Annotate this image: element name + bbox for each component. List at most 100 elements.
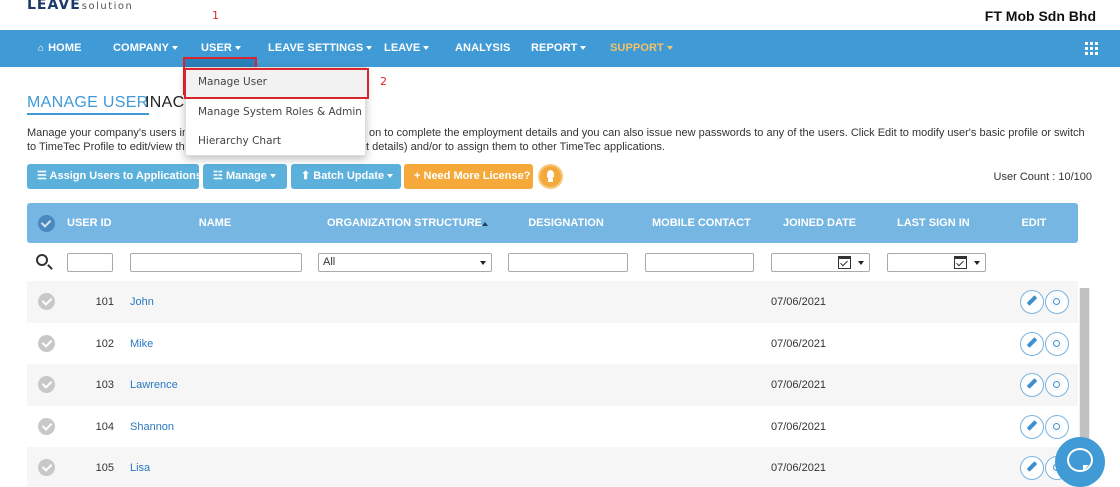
table-row: 102 Mike 07/06/2021 [27,323,1078,365]
nav-support[interactable]: SUPPORT [610,30,673,67]
edit-pencil-icon[interactable] [1020,456,1044,480]
annotation-step-2: 2 [380,75,387,88]
chevron-down-icon [366,46,373,50]
description-line1-end: on to complete the employment details an… [369,127,1085,139]
cell-joined-date: 07/06/2021 [771,379,827,391]
need-license-label: Need More License? [423,170,531,182]
logo-main-text: LEAVE [27,0,81,13]
manage-button[interactable]: ☳ Manage [203,164,287,189]
menu-item-manage-roles[interactable]: Manage System Roles & Admin [186,98,367,127]
description-line1-start: Manage your company's users in [27,127,189,139]
cell-joined-date: 07/06/2021 [771,421,827,433]
table-scrollbar-thumb[interactable] [1080,288,1089,458]
app-logo[interactable]: LEAVEsolution [27,0,133,13]
cell-joined-date: 07/06/2021 [771,296,827,308]
col-last-sign-in[interactable]: LAST SIGN IN [897,203,970,243]
nav-user[interactable]: USER [201,30,241,67]
chevron-down-icon [234,46,241,50]
sort-asc-icon[interactable] [482,222,488,226]
company-name: FT Mob Sdn Bhd [984,8,1096,24]
select-all-checkbox[interactable] [38,215,55,232]
logo-sub-text: solution [81,1,134,12]
nav-analysis[interactable]: ANALYSIS [455,30,510,67]
chat-support-icon[interactable] [1055,437,1105,487]
col-designation[interactable]: DESIGNATION [527,203,605,243]
col-org-structure[interactable]: ORGANIZATION STRUCTURE [327,203,482,243]
chevron-down-icon[interactable] [974,261,980,265]
table-row: 104 Shannon 07/06/2021 [27,406,1078,448]
col-mobile-contact[interactable]: MOBILE CONTACT [652,203,751,243]
row-checkbox[interactable] [38,293,55,310]
batch-update-button[interactable]: ⬆ Batch Update [291,164,401,189]
edit-pencil-icon[interactable] [1020,290,1044,314]
table-row: 103 Lawrence 07/06/2021 [27,364,1078,406]
cell-user-id: 104 [95,421,114,433]
manage-label: Manage [225,170,267,182]
filter-org-value: All [323,256,336,268]
edit-pencil-icon[interactable] [1020,332,1044,356]
filter-user-id-input[interactable] [67,253,113,272]
cell-user-id: 101 [95,296,114,308]
calendar-icon[interactable] [954,256,967,269]
edit-pencil-icon[interactable] [1020,415,1044,439]
col-name[interactable]: NAME [187,203,243,243]
menu-item-hierarchy-chart[interactable]: Hierarchy Chart [186,127,367,156]
cell-name-link[interactable]: Mike [130,323,153,365]
sitemap-icon: ☳ [213,170,223,182]
batch-update-label: Batch Update [313,170,385,182]
nav-report[interactable]: REPORT [531,30,587,67]
calendar-icon[interactable] [838,256,851,269]
tab-manage-user[interactable]: MANAGE USER [27,94,149,115]
nav-support-label: SUPPORT [610,42,664,54]
lightbulb-icon[interactable] [538,164,563,189]
gear-icon[interactable] [1045,415,1069,439]
filter-org-select[interactable]: All [318,253,492,272]
assign-users-label: Assign Users to Applications [49,170,202,182]
cell-joined-date: 07/06/2021 [771,338,827,350]
filter-designation-input[interactable] [508,253,628,272]
col-user-id[interactable]: USER ID [67,203,112,243]
chevron-down-icon [666,46,673,50]
home-icon: ⌂ [38,43,45,54]
row-checkbox[interactable] [38,376,55,393]
row-checkbox[interactable] [38,335,55,352]
filter-last-sign-in-input[interactable] [887,253,986,272]
nav-leave-label: LEAVE [384,42,421,54]
row-checkbox[interactable] [38,418,55,435]
cell-user-id: 103 [95,379,114,391]
assign-users-button[interactable]: ☰ Assign Users to Applications [27,164,202,189]
need-license-button[interactable]: + Need More License? [404,164,533,189]
row-checkbox[interactable] [38,459,55,476]
table-row: 101 John 07/06/2021 [27,281,1078,323]
table-header: USER ID NAME ORGANIZATION STRUCTURE DESI… [27,203,1078,243]
top-header: LEAVEsolution FT Mob Sdn Bhd [0,0,1120,30]
gear-icon[interactable] [1045,373,1069,397]
filter-name-input[interactable] [130,253,302,272]
filter-mobile-input[interactable] [645,253,754,272]
cell-user-id: 105 [95,462,114,474]
apps-grid-icon[interactable] [1085,42,1098,55]
chevron-down-icon[interactable] [858,261,864,265]
nav-company-label: COMPANY [113,42,170,54]
gear-icon[interactable] [1045,290,1069,314]
nav-leave-settings[interactable]: LEAVE SETTINGS [268,30,373,67]
col-joined-date[interactable]: JOINED DATE [783,203,856,243]
table-row: 105 Lisa 07/06/2021 [27,447,1078,487]
cell-name-link[interactable]: Lawrence [130,364,178,406]
nav-leave-settings-label: LEAVE SETTINGS [268,42,364,54]
filter-joined-date-input[interactable] [771,253,870,272]
description-line2-end: t details) and/or to assign them to othe… [366,141,665,153]
gear-icon[interactable] [1045,332,1069,356]
cell-name-link[interactable]: John [130,281,154,323]
chevron-down-icon [580,46,587,50]
cell-name-link[interactable]: Shannon [130,406,174,448]
nav-company[interactable]: COMPANY [113,30,179,67]
nav-analysis-label: ANALYSIS [455,42,511,54]
nav-leave[interactable]: LEAVE [384,30,430,67]
cell-name-link[interactable]: Lisa [130,447,150,487]
edit-pencil-icon[interactable] [1020,373,1044,397]
plus-icon: + [414,170,421,182]
nav-home[interactable]: ⌂ HOME [38,30,82,67]
nav-home-label: HOME [48,42,82,54]
manage-user-highlight [184,68,369,99]
